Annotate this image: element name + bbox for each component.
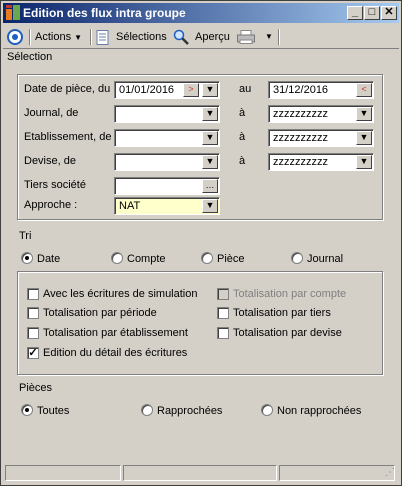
journal-from-field[interactable]: ▼ bbox=[114, 105, 220, 123]
approche-field[interactable]: NAT ▼ bbox=[114, 197, 220, 215]
tri-journal-label: Journal bbox=[307, 253, 344, 265]
devise-to-field[interactable]: zzzzzzzzzz ▼ bbox=[268, 153, 374, 171]
pieces-toutes-radio[interactable] bbox=[21, 404, 33, 416]
devise-from-field[interactable]: ▼ bbox=[114, 153, 220, 171]
pieces-non-rapprochees-radio[interactable] bbox=[261, 404, 273, 416]
tot-etab-checkbox[interactable] bbox=[27, 327, 39, 339]
tri-compte-radio[interactable] bbox=[111, 252, 123, 264]
simulation-checkbox[interactable] bbox=[27, 288, 39, 300]
selection-label: Sélection bbox=[7, 51, 53, 63]
tri-date-radio[interactable] bbox=[21, 252, 33, 264]
target-icon[interactable] bbox=[7, 29, 23, 45]
detail-checkbox[interactable]: ✓ bbox=[27, 347, 39, 359]
date-to-field[interactable]: 31/12/2016 < bbox=[268, 81, 374, 99]
apercu-label: Aperçu bbox=[195, 31, 230, 43]
simulation-label: Avec les écritures de simulation bbox=[43, 288, 198, 300]
chevron-down-icon[interactable]: ▼ bbox=[265, 28, 273, 46]
status-bar: ⋰ bbox=[3, 463, 399, 483]
tri-journal-radio[interactable] bbox=[291, 252, 303, 264]
chevron-down-icon[interactable]: ▼ bbox=[202, 131, 218, 145]
tot-devise-label: Totalisation par devise bbox=[233, 327, 342, 339]
pieces-rapprochees-label: Rapprochées bbox=[157, 405, 223, 417]
tri-piece-radio[interactable] bbox=[201, 252, 213, 264]
tot-devise-checkbox[interactable] bbox=[217, 327, 229, 339]
date-to-label: au bbox=[239, 83, 252, 95]
pieces-rapprochees-radio[interactable] bbox=[141, 404, 153, 416]
etab-from-field[interactable]: ▼ bbox=[114, 129, 220, 147]
devise-a-label: à bbox=[239, 155, 246, 167]
options-group bbox=[17, 271, 383, 375]
tot-periode-label: Totalisation par période bbox=[43, 307, 157, 319]
devise-to-value: zzzzzzzzzz bbox=[273, 156, 328, 168]
maximize-button[interactable]: □ bbox=[364, 6, 380, 20]
tri-date-label: Date bbox=[37, 253, 61, 265]
detail-label: Edition du détail des écritures bbox=[43, 347, 188, 359]
journal-label: Journal, de bbox=[24, 107, 79, 119]
etab-label: Etablissement, de bbox=[24, 131, 112, 143]
chevron-down-icon: ▼ bbox=[74, 33, 83, 42]
etab-to-field[interactable]: zzzzzzzzzz ▼ bbox=[268, 129, 374, 147]
window-title: Edition des flux intra groupe bbox=[23, 6, 186, 20]
chevron-down-icon[interactable]: ▼ bbox=[202, 155, 218, 169]
chevron-down-icon[interactable]: ▼ bbox=[356, 131, 372, 145]
date-to-value: 31/12/2016 bbox=[273, 84, 329, 96]
devise-label: Devise, de bbox=[24, 155, 76, 167]
app-icon bbox=[6, 5, 20, 20]
status-panel bbox=[123, 465, 277, 481]
toolbar: Actions ▼ Sélections Aperçu ▼ bbox=[3, 25, 399, 49]
title-bar[interactable]: Edition des flux intra groupe _ □ ✕ bbox=[3, 3, 399, 23]
tot-tiers-label: Totalisation par tiers bbox=[233, 307, 331, 319]
printer-icon bbox=[237, 30, 255, 44]
tiers-field[interactable]: … bbox=[114, 177, 220, 195]
calendar-icon[interactable]: > bbox=[183, 83, 199, 97]
chevron-down-icon[interactable]: ▼ bbox=[202, 83, 218, 97]
date-from-value: 01/01/2016 bbox=[119, 84, 175, 96]
minimize-button[interactable]: _ bbox=[347, 6, 363, 20]
dialog-window: Edition des flux intra groupe _ □ ✕ Acti… bbox=[0, 0, 402, 486]
chevron-down-icon[interactable]: ▼ bbox=[202, 107, 218, 121]
tri-piece-label: Pièce bbox=[217, 253, 245, 265]
chevron-down-icon[interactable]: ▼ bbox=[356, 155, 372, 169]
approche-label: Approche : bbox=[24, 199, 78, 211]
approche-value: NAT bbox=[119, 200, 141, 212]
tot-tiers-checkbox[interactable] bbox=[217, 307, 229, 319]
calendar-icon[interactable]: < bbox=[356, 83, 372, 97]
document-icon bbox=[96, 30, 109, 45]
etab-a-label: à bbox=[239, 131, 246, 143]
status-panel bbox=[5, 465, 121, 481]
close-button[interactable]: ✕ bbox=[381, 6, 397, 20]
tiers-label: Tiers société bbox=[24, 179, 86, 191]
etab-to-value: zzzzzzzzzz bbox=[273, 132, 328, 144]
tri-label: Tri bbox=[19, 230, 32, 242]
selections-label: Sélections bbox=[116, 31, 167, 43]
resize-grip-icon[interactable]: ⋰ bbox=[385, 467, 395, 478]
actions-menu[interactable]: Actions ▼ bbox=[35, 28, 82, 46]
actions-label: Actions bbox=[35, 31, 72, 43]
journal-to-field[interactable]: zzzzzzzzzz ▼ bbox=[268, 105, 374, 123]
tot-compte-checkbox[interactable] bbox=[217, 288, 229, 300]
tot-periode-checkbox[interactable] bbox=[27, 307, 39, 319]
tri-compte-label: Compte bbox=[127, 253, 166, 265]
chevron-down-icon[interactable]: ▼ bbox=[202, 199, 218, 213]
chevron-down-icon[interactable]: ▼ bbox=[356, 107, 372, 121]
pieces-non-rapprochees-label: Non rapprochées bbox=[277, 405, 362, 417]
date-label: Date de pièce, du bbox=[24, 83, 111, 95]
status-panel bbox=[279, 465, 395, 481]
journal-a-label: à bbox=[239, 107, 246, 119]
pieces-label: Pièces bbox=[19, 382, 53, 394]
tot-etab-label: Totalisation par établissement bbox=[43, 327, 188, 339]
journal-to-value: zzzzzzzzzz bbox=[273, 108, 328, 120]
date-from-field[interactable]: 01/01/2016 > ▼ bbox=[114, 81, 220, 99]
pieces-toutes-label: Toutes bbox=[37, 405, 70, 417]
magnifier-icon bbox=[173, 29, 189, 45]
ellipsis-icon[interactable]: … bbox=[202, 179, 218, 193]
tot-compte-label: Totalisation par compte bbox=[233, 288, 347, 300]
